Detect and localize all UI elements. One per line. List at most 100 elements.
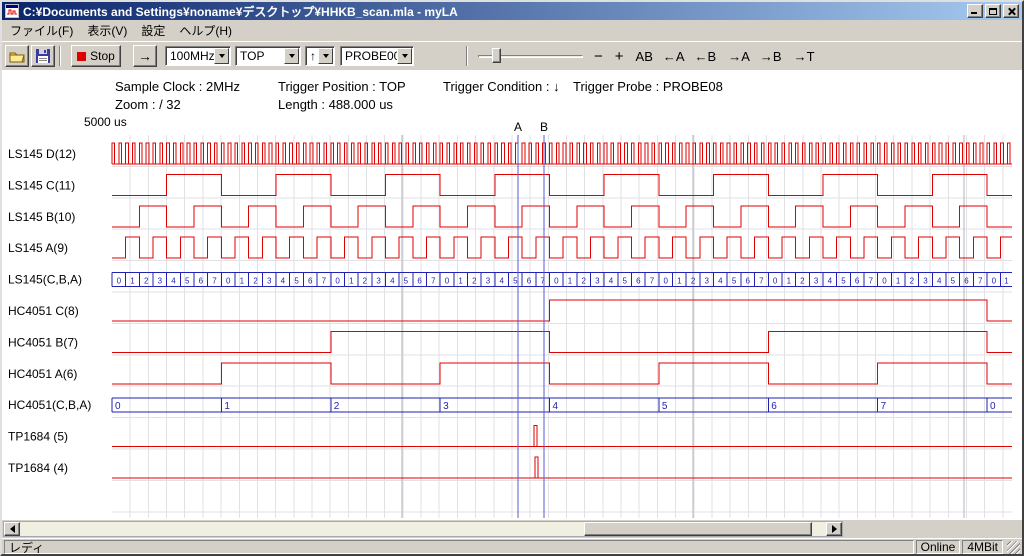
bus-value: 1 xyxy=(240,277,245,286)
app-icon[interactable] xyxy=(5,4,19,18)
goto-trigger-button[interactable]: →T xyxy=(791,47,818,66)
zoom-text: Zoom : / 32 xyxy=(115,97,181,112)
zoom-in-button[interactable]: + xyxy=(612,46,627,67)
bus-value: 2 xyxy=(910,277,915,286)
bus-value: 7 xyxy=(978,277,983,286)
channel-row-5: HC4051 C(8) xyxy=(8,300,1012,321)
channel-row-8: HC4051(C,B,A)012345670 xyxy=(8,398,1012,412)
channel-label: HC4051 A(6) xyxy=(8,367,77,381)
waveform-trace xyxy=(112,237,1012,258)
bus-value: 0 xyxy=(554,277,559,286)
scroll-right-button[interactable] xyxy=(826,522,842,536)
bus-value: 0 xyxy=(226,277,231,286)
horizontal-scrollbar[interactable] xyxy=(3,521,843,537)
trigger-position-select[interactable]: TOP xyxy=(235,46,301,66)
open-button[interactable] xyxy=(5,45,29,67)
bus-value: 4 xyxy=(609,277,614,286)
channel-row-6: HC4051 B(7) xyxy=(8,331,1012,352)
channel-row-3: LS145 A(9) xyxy=(8,237,1012,258)
zoom-out-button[interactable]: − xyxy=(591,46,606,67)
bus-trace xyxy=(112,273,1012,287)
bus-value: 4 xyxy=(828,277,833,286)
bus-value: 4 xyxy=(499,277,504,286)
trigger-probe-value: PROBE00 xyxy=(345,49,400,63)
bus-value: 0 xyxy=(663,277,668,286)
channel-label: LS145 A(9) xyxy=(8,241,68,255)
channel-label: HC4051 C(8) xyxy=(8,304,79,318)
resize-grip[interactable] xyxy=(1007,541,1020,554)
bus-value: 5 xyxy=(404,277,409,286)
bus-value: 0 xyxy=(882,277,887,286)
toolbar: Stop → 100MHz TOP ↑ PROBE00 − + AB ←A ←B… xyxy=(2,41,1022,70)
bus-value: 3 xyxy=(923,277,928,286)
save-button[interactable] xyxy=(31,45,55,67)
bus-value: 1 xyxy=(224,401,230,412)
zoom-slider-thumb[interactable] xyxy=(492,48,501,63)
trigger-probe-select[interactable]: PROBE00 xyxy=(340,46,414,66)
channel-label: LS145 B(10) xyxy=(8,210,75,224)
stop-button[interactable]: Stop xyxy=(71,45,121,67)
close-icon xyxy=(1007,7,1016,16)
bus-value: 5 xyxy=(951,277,956,286)
menu-item-view[interactable]: 表示(V) xyxy=(80,19,134,42)
bus-value: 1 xyxy=(458,277,463,286)
dropdown-arrow-icon[interactable] xyxy=(397,48,412,64)
menu-item-help[interactable]: ヘルプ(H) xyxy=(172,19,239,42)
menu-item-file[interactable]: ファイル(F) xyxy=(3,19,80,42)
waveform-trace xyxy=(112,457,1012,478)
bus-value: 7 xyxy=(759,277,764,286)
bus-value: 6 xyxy=(417,277,422,286)
bus-value: 7 xyxy=(431,277,436,286)
bus-value: 4 xyxy=(390,277,395,286)
bus-value: 2 xyxy=(691,277,696,286)
channel-row-0: LS145 D(12) xyxy=(8,143,1012,164)
channel-label: LS145(C,B,A) xyxy=(8,273,82,287)
menu-item-settings[interactable]: 設定 xyxy=(134,19,172,42)
bus-value: 6 xyxy=(855,277,860,286)
bus-value: 2 xyxy=(800,277,805,286)
bus-value: 3 xyxy=(158,277,163,286)
ab-button[interactable]: AB xyxy=(633,47,656,66)
bus-value: 0 xyxy=(992,277,997,286)
dropdown-arrow-icon[interactable] xyxy=(214,48,229,64)
minimize-icon xyxy=(971,12,977,14)
channel-label: TP1684 (5) xyxy=(8,430,68,444)
menu-bar: ファイル(F) 表示(V) 設定 ヘルプ(H) xyxy=(2,20,1022,41)
maximize-button[interactable] xyxy=(985,4,1001,18)
toolbar-separator xyxy=(59,46,61,66)
close-button[interactable] xyxy=(1003,4,1019,18)
trigger-position-value: TOP xyxy=(240,49,264,63)
minimize-button[interactable] xyxy=(967,4,983,18)
zoom-slider[interactable] xyxy=(478,47,583,65)
move-b-left-button[interactable]: ←B xyxy=(692,47,720,66)
bus-value: 4 xyxy=(718,277,723,286)
scrollbar-thumb[interactable] xyxy=(584,522,812,536)
move-b-right-button[interactable]: →B xyxy=(757,47,785,66)
bus-value: 0 xyxy=(773,277,778,286)
waveform-area[interactable]: LS145 D(12)LS145 C(11)LS145 B(10)LS145 A… xyxy=(2,120,1022,520)
dropdown-arrow-icon[interactable] xyxy=(284,48,299,64)
bus-value: 2 xyxy=(253,277,258,286)
waveform-trace xyxy=(112,363,1012,384)
bus-value: 1 xyxy=(677,277,682,286)
bus-value: 2 xyxy=(363,277,368,286)
bus-value: 7 xyxy=(869,277,874,286)
bus-value: 6 xyxy=(964,277,969,286)
scrollbar-row xyxy=(2,520,1022,538)
run-button[interactable]: → xyxy=(133,45,157,67)
bus-value: 5 xyxy=(841,277,846,286)
trigger-edge-select[interactable]: ↑ xyxy=(305,46,335,66)
bus-value: 5 xyxy=(513,277,518,286)
trigger-position-text: Trigger Position : TOP xyxy=(278,79,406,94)
maximize-icon xyxy=(989,8,997,15)
bus-value: 2 xyxy=(334,401,340,412)
move-a-right-button[interactable]: →A xyxy=(725,47,753,66)
dropdown-arrow-icon[interactable] xyxy=(318,48,333,64)
bus-value: 5 xyxy=(185,277,190,286)
title-bar: C:¥Documents and Settings¥noname¥デスクトップ¥… xyxy=(2,2,1022,20)
scroll-left-button[interactable] xyxy=(4,522,20,536)
sample-rate-select[interactable]: 100MHz xyxy=(165,46,231,66)
sample-rate-value: 100MHz xyxy=(170,49,215,63)
bus-value: 7 xyxy=(650,277,655,286)
move-a-left-button[interactable]: ←A xyxy=(660,47,688,66)
